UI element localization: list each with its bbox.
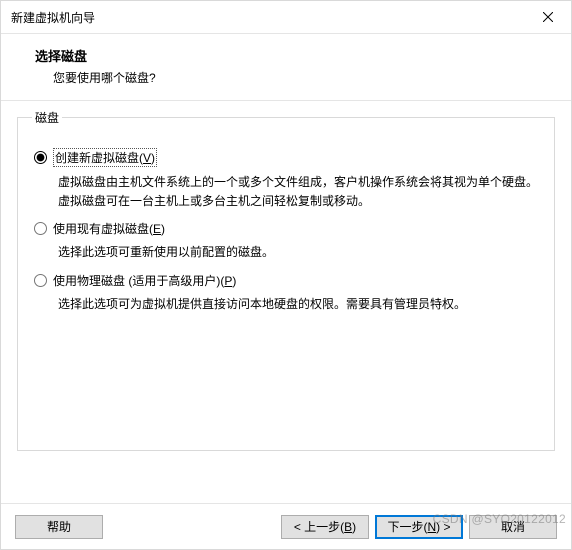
content-area: 磁盘 创建新虚拟磁盘(V) 虚拟磁盘由主机文件系统上的一个或多个文件组成，客户机… [1, 101, 571, 503]
radio-physical[interactable] [34, 274, 47, 287]
window-title: 新建虚拟机向导 [11, 9, 525, 26]
close-icon [543, 12, 553, 22]
option-create-new-desc: 虚拟磁盘由主机文件系统上的一个或多个文件组成，客户机操作系统会将其视为单个硬盘。… [58, 173, 540, 210]
disk-group-legend: 磁盘 [32, 109, 62, 126]
disk-group: 磁盘 创建新虚拟磁盘(V) 虚拟磁盘由主机文件系统上的一个或多个文件组成，客户机… [17, 109, 555, 451]
footer: 帮助 < 上一步(B) 下一步(N) > 取消 [1, 503, 571, 549]
option-create-new-row[interactable]: 创建新虚拟磁盘(V) [32, 146, 540, 169]
page-title: 选择磁盘 [35, 46, 561, 65]
next-button[interactable]: 下一步(N) > [375, 515, 463, 539]
cancel-button[interactable]: 取消 [469, 515, 557, 539]
option-create-new: 创建新虚拟磁盘(V) 虚拟磁盘由主机文件系统上的一个或多个文件组成，客户机操作系… [32, 146, 540, 210]
option-use-existing-label: 使用现有虚拟磁盘(E) [53, 220, 165, 237]
page-subtitle: 您要使用哪个磁盘? [35, 69, 561, 86]
option-physical-label: 使用物理磁盘 (适用于高级用户)(P) [53, 272, 236, 289]
option-use-existing-desc: 选择此选项可重新使用以前配置的磁盘。 [58, 243, 540, 262]
close-button[interactable] [525, 1, 571, 33]
wizard-header: 选择磁盘 您要使用哪个磁盘? [1, 34, 571, 100]
help-button[interactable]: 帮助 [15, 515, 103, 539]
wizard-window: 新建虚拟机向导 选择磁盘 您要使用哪个磁盘? 磁盘 创建新虚拟磁盘(V) 虚拟磁… [0, 0, 572, 550]
option-physical-desc: 选择此选项可为虚拟机提供直接访问本地硬盘的权限。需要具有管理员特权。 [58, 295, 540, 314]
option-use-existing: 使用现有虚拟磁盘(E) 选择此选项可重新使用以前配置的磁盘。 [32, 218, 540, 262]
radio-create-new[interactable] [34, 151, 47, 164]
title-bar: 新建虚拟机向导 [1, 1, 571, 33]
option-physical-row[interactable]: 使用物理磁盘 (适用于高级用户)(P) [32, 270, 540, 291]
radio-use-existing[interactable] [34, 222, 47, 235]
option-physical: 使用物理磁盘 (适用于高级用户)(P) 选择此选项可为虚拟机提供直接访问本地硬盘… [32, 270, 540, 314]
option-use-existing-row[interactable]: 使用现有虚拟磁盘(E) [32, 218, 540, 239]
option-create-new-label: 创建新虚拟磁盘(V) [53, 148, 157, 167]
back-button[interactable]: < 上一步(B) [281, 515, 369, 539]
